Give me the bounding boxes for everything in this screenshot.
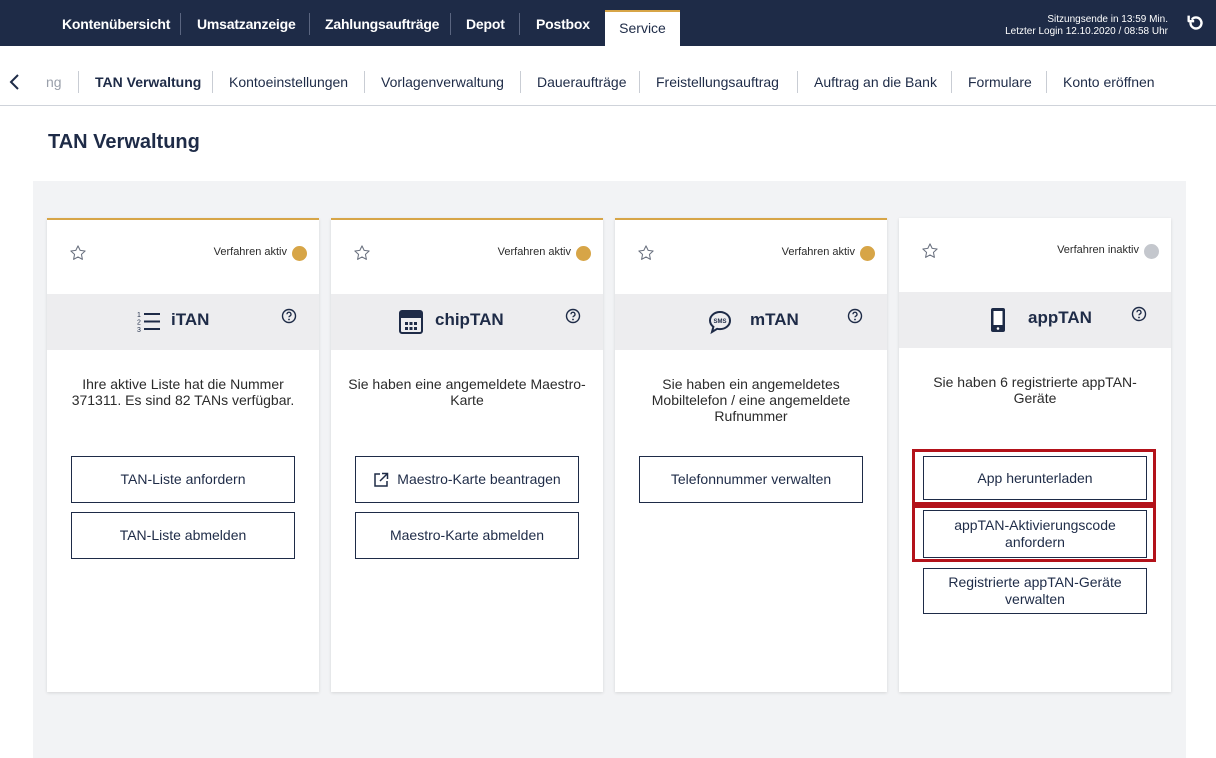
card-chiptan: Verfahren aktiv chipTAN Sie haben eine a… [331, 218, 603, 692]
star-icon[interactable] [637, 244, 655, 262]
help-icon[interactable] [565, 308, 581, 324]
subnav-freistellungsauftrag[interactable]: Freistellungsauftrag [656, 70, 779, 94]
help-icon[interactable] [1131, 306, 1147, 322]
status-dot [292, 246, 307, 261]
star-icon[interactable] [921, 242, 939, 260]
nav-postbox[interactable]: Postbox [536, 13, 590, 35]
subnav-separator [797, 71, 798, 93]
status-dot [1144, 244, 1159, 259]
maestro-karte-abmelden-button[interactable]: Maestro-Karte abmelden [355, 512, 579, 559]
calculator-icon [399, 310, 423, 334]
nav-separator [180, 13, 181, 35]
card-itan: Verfahren aktiv 1 2 3 iTAN Ihre aktive L… [47, 218, 319, 692]
status-text: Verfahren aktiv [781, 246, 855, 258]
card-mtan: Verfahren aktiv SMS mTAN Sie haben ein a… [615, 218, 887, 692]
status-text: Verfahren aktiv [213, 246, 287, 258]
help-icon[interactable] [281, 308, 297, 324]
method-name: mTAN [750, 310, 799, 329]
numbered-list-icon: 1 2 3 [137, 312, 160, 334]
sms-bubble-icon: SMS [708, 310, 732, 335]
status-dot [860, 246, 875, 261]
highlight-box [912, 449, 1156, 505]
refresh-icon[interactable] [1185, 12, 1207, 34]
sub-navigation: ng TAN Verwaltung Kontoeinstellungen Vor… [0, 58, 1216, 106]
method-header: 1 2 3 iTAN [47, 294, 319, 350]
session-info: Sitzungsende in 13:59 Min. Letzter Login… [1005, 14, 1168, 38]
nav-separator [450, 13, 451, 35]
telefonnummer-verwalten-button[interactable]: Telefonnummer verwalten [639, 456, 863, 503]
session-end-text: Sitzungsende in 13:59 Min. [1047, 14, 1168, 25]
subnav-separator [520, 71, 521, 93]
subnav-separator [212, 71, 213, 93]
external-link-icon [374, 472, 389, 487]
maestro-karte-beantragen-button[interactable]: Maestro-Karte beantragen [355, 456, 579, 503]
method-description: Sie haben 6 registrierte appTAN-Geräte [933, 374, 1137, 406]
nav-separator [519, 13, 520, 35]
star-icon[interactable] [69, 244, 87, 262]
svg-text:2: 2 [137, 320, 141, 327]
status-dot [576, 246, 591, 261]
method-description: Ihre aktive Liste hat die Nummer 371311.… [71, 376, 295, 408]
method-name: chipTAN [435, 310, 504, 329]
subnav-item-truncated[interactable]: ng [46, 70, 62, 94]
smartphone-icon [991, 308, 1005, 332]
subnav-separator [1046, 71, 1047, 93]
last-login-text: Letzter Login 12.10.2020 / 08:58 Uhr [1005, 26, 1168, 37]
subnav-dauerauftraege[interactable]: Daueraufträge [537, 70, 627, 94]
status-text: Verfahren aktiv [497, 246, 571, 258]
nav-depot[interactable]: Depot [466, 13, 505, 35]
nav-zahlungsauftraege[interactable]: Zahlungsaufträge [325, 13, 439, 35]
method-description: Sie haben ein angemeldetes Mobiltelefon … [651, 376, 851, 424]
nav-service-label: Service [619, 20, 666, 36]
subnav-auftrag-an-die-bank[interactable]: Auftrag an die Bank [814, 70, 937, 94]
subnav-kontoeinstellungen[interactable]: Kontoeinstellungen [229, 70, 348, 94]
page-title: TAN Verwaltung [48, 131, 200, 153]
chevron-left-icon[interactable] [6, 71, 24, 93]
subnav-vorlagenverwaltung[interactable]: Vorlagenverwaltung [381, 70, 504, 94]
method-header: SMS mTAN [615, 294, 887, 350]
svg-text:SMS: SMS [713, 319, 726, 325]
method-header: appTAN [899, 292, 1171, 348]
nav-separator [309, 13, 310, 35]
svg-text:3: 3 [137, 327, 141, 334]
subnav-separator [364, 71, 365, 93]
subnav-tan-verwaltung[interactable]: TAN Verwaltung [95, 70, 201, 94]
tan-liste-anfordern-button[interactable]: TAN-Liste anfordern [71, 456, 295, 503]
nav-kontenuebersicht[interactable]: Kontenübersicht [62, 13, 170, 35]
subnav-formulare[interactable]: Formulare [968, 70, 1032, 94]
method-name: appTAN [1028, 308, 1092, 327]
button-label: Maestro-Karte beantragen [397, 471, 561, 487]
subnav-separator [78, 71, 79, 93]
subnav-separator [951, 71, 952, 93]
method-description: Sie haben eine angemeldete Maestro-Karte [348, 376, 586, 408]
method-name: iTAN [171, 310, 210, 329]
subnav-konto-eroeffnen[interactable]: Konto eröffnen [1063, 70, 1155, 94]
tan-liste-abmelden-button[interactable]: TAN-Liste abmelden [71, 512, 295, 559]
subnav-separator [639, 71, 640, 93]
method-header: chipTAN [331, 294, 603, 350]
nav-service-tab[interactable]: Service [605, 10, 680, 46]
highlight-box [912, 505, 1156, 562]
svg-text:1: 1 [137, 312, 141, 319]
status-text: Verfahren inaktiv [1057, 244, 1139, 256]
top-navigation: Kontenübersicht Umsatzanzeige Zahlungsau… [0, 0, 1216, 46]
nav-umsatzanzeige[interactable]: Umsatzanzeige [197, 13, 296, 35]
help-icon[interactable] [847, 308, 863, 324]
apptan-geraete-verwalten-button[interactable]: Registrierte appTAN-Geräte verwalten [923, 568, 1147, 614]
star-icon[interactable] [353, 244, 371, 262]
